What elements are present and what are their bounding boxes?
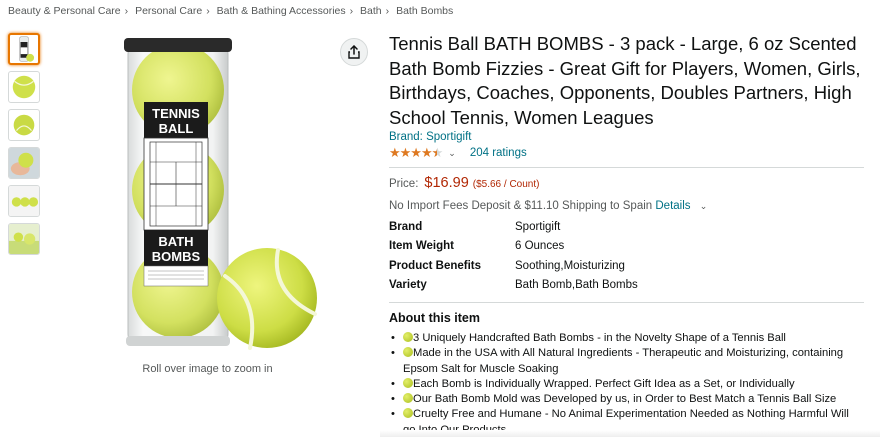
bullet-text: 3 Uniquely Handcrafted Bath Bombs - in t… (413, 332, 786, 344)
breadcrumb-item-bath-accessories[interactable]: Bath & Bathing Accessories (217, 5, 346, 17)
bullet-text: Our Bath Bomb Mold was Developed by us, … (413, 393, 837, 406)
spec-row: Brand Sportigift (389, 217, 864, 237)
share-button[interactable] (340, 38, 368, 66)
thumbnail-bombs-in-water[interactable] (8, 223, 40, 255)
spec-value: Soothing,Moisturizing (515, 259, 625, 272)
thumbnail-strip (8, 33, 40, 261)
tennis-ball-icon (403, 347, 413, 358)
rating-row: ★★★★★★ ⌄ 204 ratings (389, 144, 864, 162)
thumbnail-bath-bomb-front[interactable] (8, 71, 40, 103)
breadcrumb-item-bath-bombs[interactable]: Bath Bombs (396, 5, 453, 17)
price-value: $16.99 (424, 175, 469, 191)
spec-key: Product Benefits (389, 259, 482, 272)
spec-value: Bath Bomb,Bath Bombs (515, 279, 638, 292)
spec-row: Item Weight 6 Ounces (389, 237, 864, 257)
share-icon (348, 45, 360, 59)
thumbnail-bombs-row[interactable] (8, 185, 40, 217)
about-heading: About this item (389, 311, 480, 325)
chevron-down-icon[interactable]: ⌄ (700, 201, 708, 211)
breadcrumb: Beauty & Personal Care › Personal Care › B… (8, 5, 453, 17)
shipping-info: No Import Fees Deposit & $11.10 Shipping… (389, 200, 864, 212)
label-bottom-line1: BATH (158, 234, 193, 249)
shipping-text: No Import Fees Deposit & $11.10 Shipping… (389, 200, 653, 212)
list-item: Each Bomb is Individually Wrapped. Perfe… (389, 377, 864, 393)
breadcrumb-item-beauty[interactable]: Beauty & Personal Care (8, 5, 121, 17)
spec-row: Variety Bath Bomb,Bath Bombs (389, 276, 864, 296)
tennis-ball-icon (403, 332, 413, 342)
star-rating-icon[interactable]: ★★★★★★ (389, 145, 443, 161)
chevron-down-icon[interactable]: ⌄ (448, 148, 456, 159)
label-top-line1: TENNIS (152, 106, 200, 121)
thumbnail-bath-bomb-top[interactable] (8, 109, 40, 141)
spec-key: Item Weight (389, 240, 454, 253)
spec-key: Variety (389, 279, 427, 292)
bullet-text: Made in the USA with All Natural Ingredi… (403, 347, 844, 375)
label-top-line2: BALL (159, 121, 194, 136)
spec-row: Product Benefits Soothing,Moisturizing (389, 256, 864, 276)
brand-link[interactable]: Brand: Sportigift (389, 131, 864, 143)
tennis-ball-icon (403, 393, 413, 404)
breadcrumb-item-personal-care[interactable]: Personal Care (135, 5, 202, 17)
tennis-ball-icon (403, 377, 413, 388)
breadcrumb-separator-icon: › (385, 5, 390, 17)
about-bullets: 3 Uniquely Handcrafted Bath Bombs - in t… (389, 331, 864, 437)
unit-price: ($5.66 / Count) (472, 179, 540, 190)
bullet-text: Each Bomb is Individually Wrapped. Perfe… (413, 377, 795, 390)
ratings-count-link[interactable]: 204 ratings (470, 147, 527, 159)
spec-key: Brand (389, 220, 423, 233)
divider (389, 302, 864, 303)
tennis-ball-icon (403, 408, 413, 419)
breadcrumb-separator-icon: › (124, 5, 129, 17)
breadcrumb-separator-icon: › (349, 5, 354, 17)
spec-value: Sportigift (515, 220, 561, 233)
tennis-ball-bath-bombs-tube-image: TENNIS BALL BATH BOMBS (124, 38, 317, 350)
breadcrumb-item-bath[interactable]: Bath (360, 5, 382, 17)
price-row: Price: $16.99 ($5.66 / Count) (389, 175, 864, 191)
zoom-hint: Roll over image to zoom in (142, 363, 273, 375)
label-bottom-line2: BOMBS (152, 249, 201, 264)
product-info: Tennis Ball BATH BOMBS - 3 pack - Large,… (389, 32, 864, 437)
price-label: Price: (389, 178, 419, 190)
list-item: Made in the USA with All Natural Ingredi… (389, 346, 864, 377)
divider (389, 167, 864, 168)
spec-table: Brand Sportigift Item Weight 6 Ounces Pr… (389, 217, 864, 295)
bottom-fade (380, 430, 880, 437)
list-item: 3 Uniquely Handcrafted Bath Bombs - in t… (389, 331, 864, 347)
list-item: Our Bath Bomb Mold was Developed by us, … (389, 392, 864, 408)
thumbnail-product-tube[interactable] (8, 33, 40, 65)
shipping-details-link[interactable]: Details (655, 200, 690, 212)
main-product-image[interactable]: TENNIS BALL BATH BOMBS (100, 30, 330, 360)
breadcrumb-separator-icon: › (206, 5, 210, 17)
product-title: Tennis Ball BATH BOMBS - 3 pack - Large,… (389, 33, 861, 128)
spec-value: 6 Ounces (515, 240, 565, 253)
thumbnail-hand-holding-bomb[interactable] (8, 147, 40, 179)
